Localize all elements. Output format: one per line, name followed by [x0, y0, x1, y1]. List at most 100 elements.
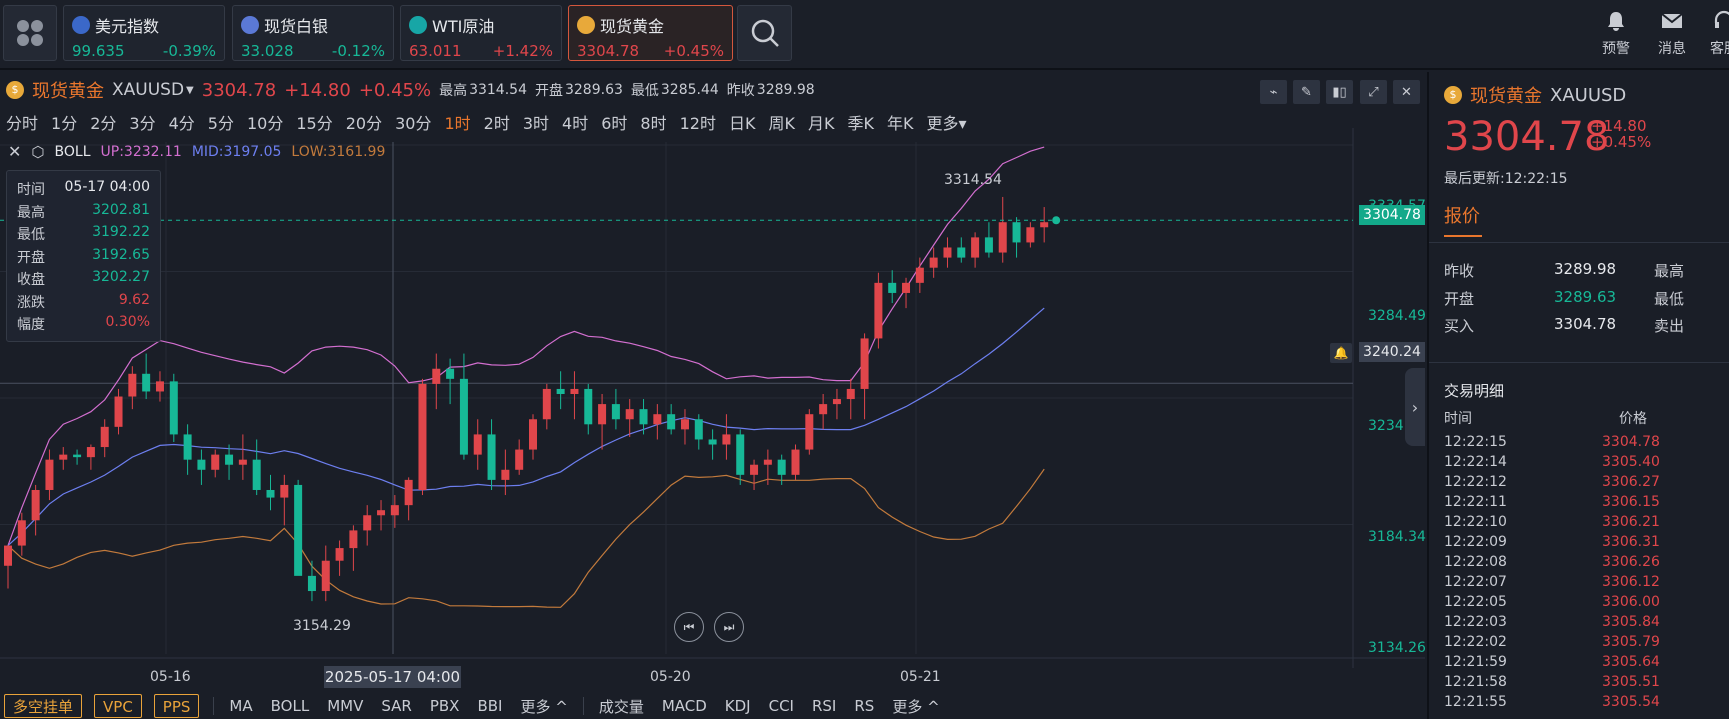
ticker-card[interactable]: 现货白银 33.028 -0.12% — [232, 5, 394, 61]
ticker-price: 99.635 — [72, 42, 125, 60]
header-change: +14.80 — [284, 79, 351, 101]
service-button[interactable]: 客服 — [1700, 10, 1729, 58]
sub-indicator[interactable]: MACD — [662, 697, 707, 715]
sub-indicator[interactable]: KDJ — [725, 697, 751, 715]
ticker-card[interactable]: 美元指数 99.635 -0.39% — [63, 5, 225, 61]
divider — [1429, 242, 1729, 243]
ticker-card[interactable]: WTI原油 63.011 +1.42% — [400, 5, 562, 61]
sub-indicator[interactable]: RSI — [812, 697, 836, 715]
message-button[interactable]: 消息 — [1648, 10, 1696, 58]
candle-body — [832, 399, 841, 405]
tooltip-row: 涨跌 9.62 — [17, 292, 150, 315]
main-indicator[interactable]: MA — [229, 697, 252, 715]
trade-price: 3304.78 — [1602, 434, 1660, 450]
tooltip-row: 最低 3192.22 — [17, 224, 150, 247]
symbol-header: $ 现货黄金 XAUUSD ▼ 3304.78 +14.80 +0.45% 最高… — [6, 78, 815, 102]
quote-label: 买入 — [1444, 317, 1475, 335]
top-bar: 美元指数 99.635 -0.39% 现货白银 33.028 -0.12% WTI原油 63.… — [0, 0, 1729, 70]
bell-alert-icon[interactable]: 🔔 — [1330, 343, 1352, 363]
candle-body — [238, 459, 247, 465]
main-indicator[interactable]: BBI — [477, 697, 502, 715]
trade-row: 12:21:58 3305.51 — [1444, 674, 1724, 692]
ticker-price: 63.011 — [409, 42, 462, 60]
quote-value: 3304.78 — [1554, 315, 1617, 333]
search-button[interactable] — [737, 5, 792, 61]
quote-title: $ 现货黄金 XAUUSD — [1444, 82, 1626, 108]
trades-title: 交易明细 — [1444, 382, 1505, 400]
panel-toggle-arrow[interactable]: › — [1405, 368, 1425, 446]
trade-price: 3306.27 — [1602, 474, 1660, 490]
tab-quote[interactable]: 报价 — [1444, 202, 1480, 228]
ticker-label: 现货黄金 — [600, 17, 665, 36]
message-label: 消息 — [1658, 41, 1686, 57]
tooltip-key: 最高 — [17, 204, 45, 221]
quote-change-pct: +0.45% — [1591, 133, 1652, 151]
candle-body — [432, 368, 441, 384]
header-change-pct: +0.45% — [358, 79, 432, 101]
candlestick-chart[interactable] — [0, 128, 1425, 668]
trade-time: 12:22:05 — [1444, 594, 1507, 610]
candle-body — [874, 282, 883, 339]
close-chart-icon[interactable]: ✕ — [1393, 80, 1420, 104]
candle-body — [805, 414, 814, 450]
trade-row: 12:22:08 3306.26 — [1444, 554, 1724, 572]
alert-button[interactable]: 预警 — [1592, 10, 1640, 58]
fullscreen-icon[interactable]: ⤢ — [1360, 80, 1387, 104]
sub-indicator[interactable]: RS — [854, 697, 874, 715]
candle-body — [943, 247, 952, 258]
candle-body — [487, 434, 496, 480]
ticker-change: -0.12% — [331, 42, 385, 60]
indicator-button[interactable]: VPC — [94, 694, 142, 718]
last-updated: 最后更新:12:22:15 — [1444, 171, 1568, 187]
search-icon — [751, 19, 779, 47]
tooltip-key: 幅度 — [17, 317, 45, 333]
candle-body — [155, 381, 164, 392]
price-axis-label: 3134.26 — [1368, 640, 1426, 656]
main-indicator[interactable]: SAR — [381, 697, 411, 715]
headset-icon — [1714, 10, 1729, 28]
trade-price: 3306.31 — [1602, 534, 1660, 550]
quote-value: 3289.63 — [1554, 288, 1617, 306]
trade-price: 3305.51 — [1602, 674, 1660, 690]
ticker-card[interactable]: 现货黄金 3304.78 +0.45% — [568, 5, 733, 61]
pencil-icon[interactable]: ✎ — [1293, 80, 1320, 104]
current-price-tag: 3304.78 — [1359, 205, 1425, 225]
candle-type-icon[interactable]: ▮▯ — [1326, 80, 1353, 104]
symbol-name[interactable]: 现货黄金 — [32, 77, 104, 103]
candle-body — [349, 530, 358, 549]
main-indicator[interactable]: MMV — [327, 697, 363, 715]
tooltip-value: 3192.22 — [92, 224, 150, 240]
prev-page-button[interactable]: ⏮ — [674, 612, 704, 642]
symbol-code[interactable]: XAUUSD — [112, 80, 184, 100]
apps-menu-button[interactable] — [3, 5, 57, 61]
indicator-tool-icon[interactable]: ⌁ — [1260, 80, 1287, 104]
candle-body — [556, 388, 565, 394]
candle-body — [377, 510, 386, 516]
trade-price: 3306.15 — [1602, 494, 1660, 510]
indicator-button[interactable]: 多空挂单 — [4, 694, 83, 718]
trade-price: 3305.84 — [1602, 614, 1660, 630]
main-indicator[interactable]: PBX — [430, 697, 460, 715]
candle-body — [459, 378, 468, 455]
candle-body — [4, 545, 12, 566]
main-indicator[interactable]: BOLL — [271, 697, 310, 715]
tooltip-row: 幅度 0.30% — [17, 314, 150, 337]
candle-body — [653, 414, 662, 425]
sub-indicator[interactable]: 成交量 — [599, 696, 644, 717]
gold-coin-icon: $ — [6, 81, 24, 99]
indicator-button[interactable]: PPS — [153, 694, 200, 718]
header-price: 3304.78 — [201, 79, 277, 101]
tooltip-row: 时间 05-17 04:00 — [17, 179, 150, 202]
divider — [213, 697, 215, 715]
symbol-dropdown-icon[interactable]: ▼ — [186, 85, 194, 96]
trade-row: 12:21:59 3305.64 — [1444, 654, 1724, 672]
open-value: 3289.63 — [564, 82, 623, 98]
sub-indicator[interactable]: CCI — [769, 697, 794, 715]
main-indicator[interactable]: 更多 ^ — [520, 696, 567, 717]
candle-body — [142, 373, 151, 392]
sub-indicator[interactable]: 更多 ^ — [892, 696, 939, 717]
candle-body — [736, 434, 745, 475]
next-page-button[interactable]: ⏭ — [714, 612, 744, 642]
candle-body — [45, 459, 54, 490]
trade-time: 12:22:07 — [1444, 574, 1507, 590]
